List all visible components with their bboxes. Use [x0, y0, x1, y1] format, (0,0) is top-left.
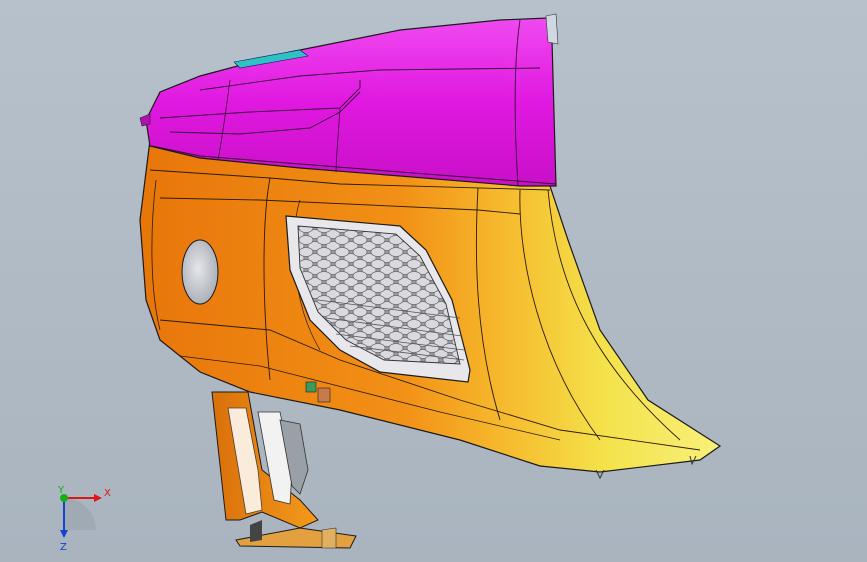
z-axis-label: Z [60, 542, 67, 553]
triad-shadow [64, 498, 96, 530]
x-axis-arrowhead [94, 494, 102, 502]
axis-triad: X Y Z [57, 485, 111, 553]
fog-light-opening[interactable] [181, 239, 219, 305]
x-axis-label: X [104, 488, 111, 499]
z-axis-arrowhead [60, 530, 68, 538]
model-canvas[interactable]: X Y Z [0, 0, 867, 562]
support-bracket[interactable] [211, 391, 357, 549]
cad-viewport[interactable]: X Y Z [0, 0, 867, 562]
y-axis-label: Y [57, 485, 65, 496]
